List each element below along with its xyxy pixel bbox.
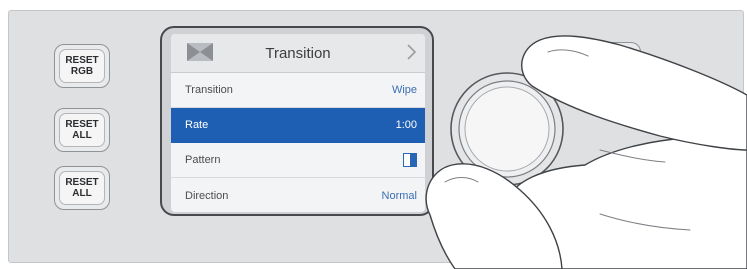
menu-row-transition[interactable]: Transition Wipe (171, 73, 425, 108)
reset-all-label-2: RESET ALL (59, 171, 105, 205)
control-knob[interactable] (448, 70, 566, 188)
lcd-screen: Transition Transition Wipe Rate 1:00 Pat… (171, 34, 425, 212)
wipe-pattern-icon (403, 153, 417, 167)
aux-button[interactable]: AUX (585, 42, 641, 86)
menu-row-label: Rate (185, 119, 209, 131)
menu-row-rate[interactable]: Rate 1:00 (171, 108, 425, 143)
set-button[interactable]: SET (585, 165, 641, 209)
reset-all-label: RESET ALL (59, 113, 105, 147)
chevron-right-icon[interactable] (405, 43, 417, 61)
menu-row-pattern[interactable]: Pattern (171, 143, 425, 178)
menu-row-label: Transition (185, 84, 233, 96)
aux-label: AUX (590, 47, 636, 81)
menu-row-label: Direction (185, 189, 229, 202)
menu-row-label: Pattern (185, 154, 221, 166)
reset-all-button-2[interactable]: RESET ALL (54, 166, 110, 210)
lcd-header: Transition (171, 34, 425, 73)
lcd-title: Transition (265, 44, 331, 62)
menu-row-value: 1:00 (395, 119, 417, 131)
reset-all-button[interactable]: RESET ALL (54, 108, 110, 152)
menu-row-value: Wipe (391, 84, 417, 96)
menu-row-value: Normal (381, 189, 417, 202)
reset-rgb-label: RESET RGB (59, 49, 105, 83)
set-label: SET (590, 170, 636, 204)
reset-rgb-button[interactable]: RESET RGB (54, 44, 110, 88)
menu-row-direction[interactable]: Direction Normal (171, 178, 425, 212)
